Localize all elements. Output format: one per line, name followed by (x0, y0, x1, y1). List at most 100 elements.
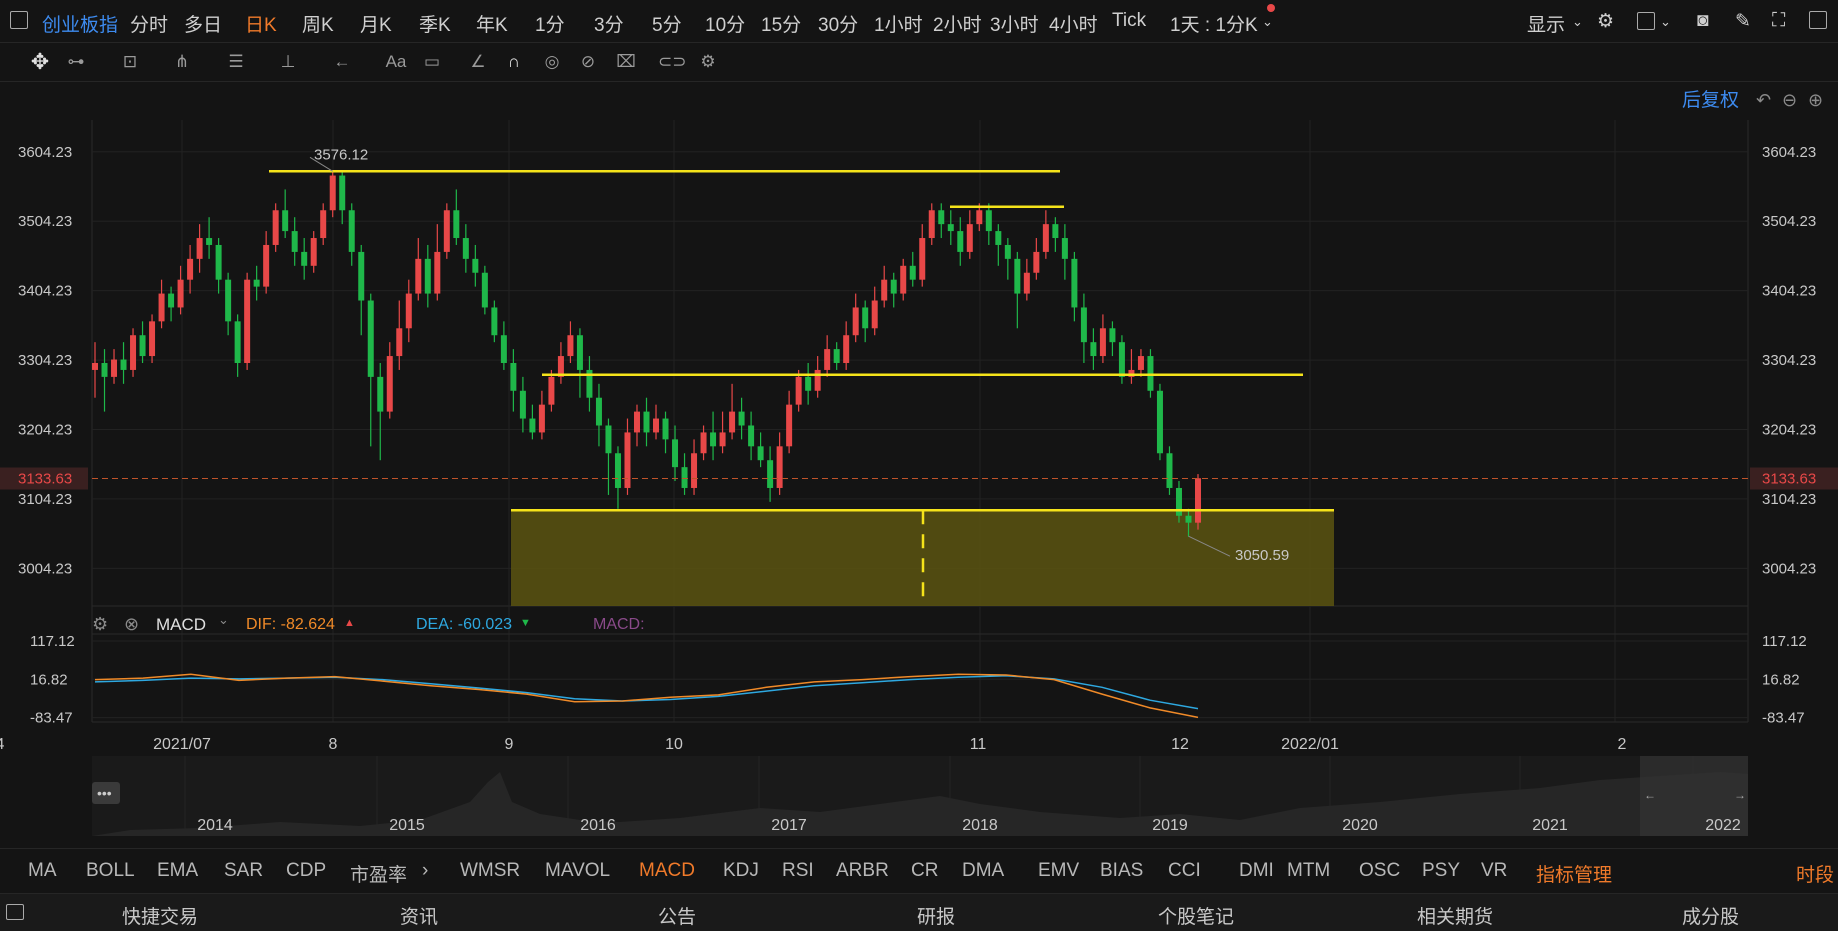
period-tab-7[interactable]: 1分 (535, 10, 565, 37)
macd-settings-icon[interactable]: ⚙ (92, 614, 108, 635)
move-cross-icon[interactable]: ✥ (28, 51, 52, 73)
period-combo[interactable]: 1天 : 1分K (1170, 10, 1258, 37)
period-tab-14[interactable]: 2小时 (933, 10, 982, 37)
trash-icon[interactable]: ⌧ (614, 51, 638, 73)
ruler-icon[interactable]: ∠ (466, 51, 490, 73)
window-icon[interactable] (1809, 11, 1827, 29)
indicator-16[interactable]: CCI (1168, 860, 1201, 882)
indicator-21[interactable]: VR (1481, 860, 1507, 882)
bottom-tab-3[interactable]: 研报 (917, 902, 955, 929)
candle-body-43 (500, 335, 507, 363)
indicator-5[interactable]: 市盈率 (350, 860, 407, 887)
indicator-3[interactable]: SAR (224, 860, 263, 882)
macd-close-icon[interactable]: ⊗ (124, 614, 139, 635)
sidebar-toggle-icon[interactable] (10, 11, 28, 29)
period-tab-8[interactable]: 3分 (594, 10, 624, 37)
period-tab-16[interactable]: 4小时 (1049, 10, 1098, 37)
period-tab-2[interactable]: 日K (245, 10, 277, 37)
undo-icon[interactable]: ↶ (1756, 90, 1771, 110)
period-tab-12[interactable]: 30分 (818, 10, 858, 37)
draw-settings-icon[interactable]: ⚙ (696, 51, 720, 73)
measure-icon[interactable]: ⊥ (276, 51, 300, 73)
bottom-tab-1[interactable]: 资讯 (400, 902, 438, 929)
macd-name[interactable]: MACD (156, 615, 206, 635)
candle-body-98 (1023, 272, 1030, 294)
indicator-13[interactable]: DMA (962, 860, 1004, 882)
layout-icon[interactable] (1637, 12, 1655, 30)
fullscreen-icon[interactable]: ⛶ (1772, 10, 1785, 32)
indicator-12[interactable]: CR (911, 860, 938, 882)
zoom-out-icon[interactable]: ⊖ (1782, 90, 1797, 110)
bottom-tab-5[interactable]: 相关期货 (1417, 902, 1493, 929)
period-tab-4[interactable]: 月K (360, 10, 392, 37)
indicator-9[interactable]: KDJ (723, 860, 759, 882)
indicator-manage-button[interactable]: 指标管理 (1536, 860, 1612, 887)
macd-value: MACD: (593, 616, 645, 633)
indicator-7[interactable]: MAVOL (545, 860, 610, 882)
eye-icon[interactable]: ◎ (540, 51, 564, 73)
fib-lines-icon[interactable]: ☰ (224, 51, 248, 73)
period-tab-15[interactable]: 3小时 (990, 10, 1039, 37)
link-icon[interactable]: ⊂⊃ (658, 51, 687, 73)
period-tab-1[interactable]: 多日 (184, 10, 222, 37)
indicator-0[interactable]: MA (28, 860, 57, 882)
period-tab-5[interactable]: 季K (419, 10, 451, 37)
bottom-tab-0[interactable]: 快捷交易 (122, 902, 198, 929)
y-tick-right-5: 3104.23 (1762, 491, 1816, 508)
period-tab-11[interactable]: 15分 (761, 10, 801, 37)
indicator-10[interactable]: RSI (782, 860, 814, 882)
period-tab-17[interactable]: Tick (1112, 10, 1146, 32)
indicator-20[interactable]: PSY (1422, 860, 1460, 882)
comment-icon[interactable]: ▭ (420, 51, 444, 73)
camera-icon[interactable]: ◙ (1697, 10, 1708, 32)
chart-canvas[interactable]: 2021/07 8 9 10 11 12 2022/01 2 4 3604.23 3604.23 35… (0, 82, 1838, 848)
panel-toggle-icon[interactable] (6, 904, 24, 920)
indicator-11[interactable]: ARBR (836, 860, 889, 882)
indicator-2[interactable]: EMA (157, 860, 198, 882)
period-combo-chevron-icon[interactable]: ⌄ (1262, 14, 1273, 30)
period-tab-10[interactable]: 10分 (705, 10, 745, 37)
indicator-19[interactable]: OSC (1359, 860, 1400, 882)
display-dropdown[interactable]: 显示 (1527, 10, 1565, 37)
segment-line-icon[interactable]: ⊶ (64, 51, 88, 73)
notification-dot-icon (1267, 4, 1275, 12)
layout-chevron-icon[interactable]: ⌄ (1660, 14, 1671, 30)
candle-body-77 (824, 349, 831, 370)
period-button[interactable]: 时段 (1796, 860, 1834, 887)
bottom-tab-4[interactable]: 个股笔记 (1158, 902, 1234, 929)
display-chevron-icon[interactable]: ⌄ (1572, 14, 1583, 30)
bottom-tab-2[interactable]: 公告 (658, 902, 696, 929)
rect-icon[interactable]: ⊡ (118, 51, 142, 73)
indicator-4[interactable]: CDP (286, 860, 326, 882)
x-tick-label-4: 11 (970, 736, 987, 753)
indicator-1[interactable]: BOLL (86, 860, 135, 882)
period-tab-0[interactable]: 分时 (130, 10, 168, 37)
macd-tick-right-0: 117.12 (1762, 633, 1807, 650)
text-tool-icon[interactable]: Aa (384, 51, 408, 73)
period-tab-6[interactable]: 年K (476, 10, 508, 37)
adjust-toggle[interactable]: 后复权 (1682, 89, 1739, 111)
indicator-14[interactable]: EMV (1038, 860, 1079, 882)
y-tick-left-3: 3304.23 (18, 352, 72, 369)
pitchfork-icon[interactable]: ⋔ (170, 51, 194, 73)
indicator-18[interactable]: MTM (1287, 860, 1330, 882)
indicator-8[interactable]: MACD (639, 860, 695, 882)
indicator-15[interactable]: BIAS (1100, 860, 1143, 882)
period-tab-9[interactable]: 5分 (652, 10, 682, 37)
symbol-name[interactable]: 创业板指 (42, 10, 118, 37)
bottom-tab-6[interactable]: 成分股 (1682, 902, 1739, 929)
indicator-17[interactable]: DMI (1239, 860, 1274, 882)
zoom-in-icon[interactable]: ⊕ (1808, 90, 1823, 110)
pencil-icon[interactable]: ✎ (1735, 10, 1751, 33)
indicator-scroll-chevron-icon[interactable]: › (422, 860, 428, 882)
settings-gear-icon[interactable]: ⚙ (1597, 10, 1614, 33)
macd-chevron-icon[interactable]: ⌄ (218, 612, 229, 628)
candle-body-8 (168, 293, 175, 308)
y-tick-left-6: 3004.23 (18, 560, 72, 577)
period-tab-13[interactable]: 1小时 (874, 10, 923, 37)
period-tab-3[interactable]: 周K (302, 10, 334, 37)
magnet-icon[interactable]: ∩ (502, 51, 526, 73)
indicator-6[interactable]: WMSR (460, 860, 520, 882)
hide-icon[interactable]: ⊘ (576, 51, 600, 73)
arrow-icon[interactable]: ← (330, 51, 354, 73)
